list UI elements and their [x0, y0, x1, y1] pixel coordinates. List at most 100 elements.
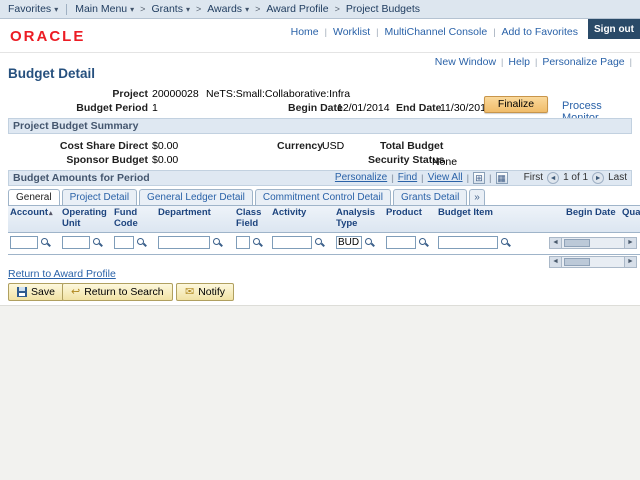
column-header-quantity[interactable]: Quantity: [620, 206, 640, 232]
favorites-menu[interactable]: Favorites ▾: [8, 3, 58, 15]
chevron-down-icon: ▾: [130, 5, 134, 14]
account-lookup-icon[interactable]: [40, 237, 51, 248]
begin-date-label: Begin Date: [288, 102, 343, 114]
scrollbar-thumb[interactable]: [564, 239, 590, 247]
grid-horizontal-scrollbar[interactable]: ◄ ►: [549, 237, 637, 249]
product-lookup-icon[interactable]: [418, 237, 429, 248]
budget-item-input[interactable]: [438, 236, 498, 249]
breadcrumb-grants[interactable]: Grants ▾: [151, 3, 190, 15]
column-header-class-field[interactable]: Class Field: [234, 206, 270, 232]
last-link[interactable]: Last: [608, 171, 627, 185]
analysis-type-lookup-icon[interactable]: [364, 237, 375, 248]
class-field-lookup-icon[interactable]: [252, 237, 263, 248]
grid-toolbar: Personalize | Find | View All | ⊞ | ▦ Fi…: [335, 171, 627, 185]
budget-amounts-header: Budget Amounts for Period Personalize | …: [8, 170, 632, 186]
save-button[interactable]: Save: [8, 283, 64, 301]
operating-unit-input[interactable]: [62, 236, 90, 249]
page-indicator: 1 of 1: [563, 171, 588, 185]
scroll-left-icon[interactable]: ◄: [550, 257, 562, 267]
help-link[interactable]: Help: [508, 56, 530, 68]
security-status-value: None: [432, 156, 457, 168]
new-window-link[interactable]: New Window: [435, 56, 496, 68]
scrollbar-thumb[interactable]: [564, 258, 590, 266]
finalize-button[interactable]: Finalize: [484, 96, 548, 113]
tab-grants-detail[interactable]: Grants Detail: [393, 189, 467, 205]
analysis-type-input[interactable]: [336, 236, 362, 249]
column-header-analysis-type[interactable]: Analysis Type: [334, 206, 384, 232]
product-input[interactable]: [386, 236, 416, 249]
breadcrumb-separator: >: [335, 4, 340, 14]
budget-item-lookup-icon[interactable]: [500, 237, 511, 248]
end-date-label: End Date: [396, 102, 442, 114]
fund-code-lookup-icon[interactable]: [136, 237, 147, 248]
header-link-add-to-favorites[interactable]: Add to Favorites: [502, 26, 578, 38]
grid-horizontal-scrollbar-lower[interactable]: ◄ ►: [549, 256, 637, 268]
sponsor-budget-label: Sponsor Budget: [8, 154, 148, 166]
budget-amounts-title: Budget Amounts for Period: [13, 171, 150, 185]
tab-project-detail[interactable]: Project Detail: [62, 189, 137, 205]
header-link-home[interactable]: Home: [291, 26, 319, 38]
column-header-operating-unit[interactable]: Operating Unit: [60, 206, 112, 232]
column-header-account[interactable]: Account▴: [8, 206, 60, 232]
breadcrumb-project-budgets[interactable]: Project Budgets: [346, 3, 420, 15]
project-value: 20000028: [152, 88, 199, 100]
column-header-product[interactable]: Product: [384, 206, 436, 232]
find-link[interactable]: Find: [398, 171, 417, 185]
account-input[interactable]: [10, 236, 38, 249]
column-header-budget-item[interactable]: Budget Item: [436, 206, 564, 232]
show-all-columns-icon[interactable]: »: [469, 189, 485, 205]
link-separator: |: [376, 27, 378, 37]
link-separator: |: [630, 57, 632, 67]
header-link-multichannel-console[interactable]: MultiChannel Console: [384, 26, 487, 38]
budget-period-value: 1: [152, 102, 158, 114]
notify-envelope-icon: ✉: [185, 287, 194, 298]
grid-view-icon[interactable]: ▦: [496, 172, 508, 184]
tab-general[interactable]: General: [8, 189, 60, 205]
main-menu[interactable]: Main Menu ▾: [75, 3, 134, 15]
oracle-header: ORACLE Home | Worklist | MultiChannel Co…: [0, 19, 640, 53]
tab-general-ledger-detail[interactable]: General Ledger Detail: [139, 189, 253, 205]
activity-lookup-icon[interactable]: [314, 237, 325, 248]
account-header-label: Account: [10, 207, 48, 218]
view-all-link[interactable]: View All: [428, 171, 463, 185]
total-budget-label: Total Budget: [380, 140, 443, 152]
personalize-page-link[interactable]: Personalize Page: [542, 56, 624, 68]
return-to-award-profile-link[interactable]: Return to Award Profile: [8, 268, 116, 280]
column-header-department[interactable]: Department: [156, 206, 234, 232]
header-link-worklist[interactable]: Worklist: [333, 26, 370, 38]
breadcrumb-awards[interactable]: Awards ▾: [207, 3, 249, 15]
previous-page-icon[interactable]: ◄: [547, 172, 559, 184]
scroll-right-icon[interactable]: ►: [624, 238, 636, 248]
first-link[interactable]: First: [524, 171, 543, 185]
operating-unit-lookup-icon[interactable]: [92, 237, 103, 248]
breadcrumb-award-profile[interactable]: Award Profile: [266, 3, 328, 15]
fund-code-input[interactable]: [114, 236, 134, 249]
grid-column-headers: Account▴ Operating Unit Fund Code Depart…: [8, 205, 640, 233]
column-header-activity[interactable]: Activity: [270, 206, 334, 232]
department-input[interactable]: [158, 236, 210, 249]
scroll-left-icon[interactable]: ◄: [550, 238, 562, 248]
download-icon[interactable]: ⊞: [473, 172, 485, 184]
return-to-search-button[interactable]: ↩ Return to Search: [62, 283, 173, 301]
cost-share-direct-value: $0.00: [152, 140, 178, 152]
breadcrumb-separator: >: [255, 4, 260, 14]
column-header-begin-date[interactable]: Begin Date: [564, 206, 620, 232]
currency-value: USD: [322, 140, 344, 152]
scrollbar-track[interactable]: [562, 238, 624, 248]
project-description: NeTS:Small:Collaborative:Infra: [206, 88, 350, 100]
class-field-input[interactable]: [236, 236, 250, 249]
scrollbar-track[interactable]: [562, 257, 624, 267]
chevron-down-icon: ▾: [186, 5, 190, 14]
breadcrumb: Favorites ▾ Main Menu ▾ > Grants ▾ > Awa…: [0, 0, 640, 19]
personalize-link[interactable]: Personalize: [335, 171, 387, 185]
scroll-right-icon[interactable]: ►: [624, 257, 636, 267]
next-page-icon[interactable]: ►: [592, 172, 604, 184]
notify-button[interactable]: ✉ Notify: [176, 283, 234, 301]
tab-commitment-control-detail[interactable]: Commitment Control Detail: [255, 189, 391, 205]
activity-input[interactable]: [272, 236, 312, 249]
signout-button[interactable]: Sign out: [588, 19, 640, 39]
link-separator: |: [493, 27, 495, 37]
cost-share-direct-label: Cost Share Direct: [8, 140, 148, 152]
column-header-fund-code[interactable]: Fund Code: [112, 206, 156, 232]
department-lookup-icon[interactable]: [212, 237, 223, 248]
